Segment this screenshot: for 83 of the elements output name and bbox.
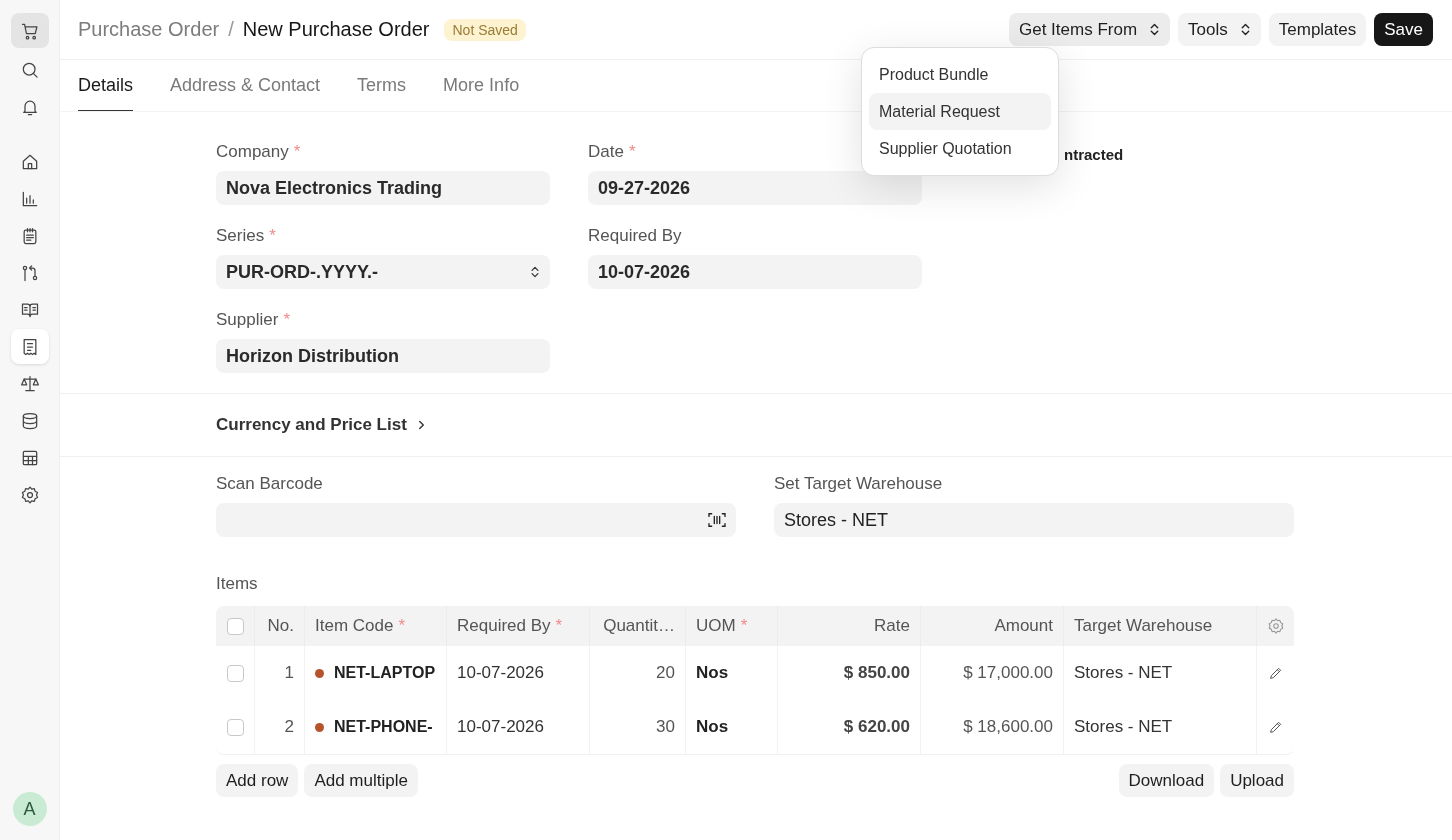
up-down-chevron-icon xyxy=(1149,22,1161,37)
section-toggle[interactable]: Currency and Price List xyxy=(216,415,426,435)
required-mark: * xyxy=(269,226,276,245)
dropdown-button[interactable]: Tools xyxy=(1178,13,1261,46)
table-cell: 20 xyxy=(656,663,675,683)
required-mark: * xyxy=(283,310,290,329)
page-title: New Purchase Order xyxy=(242,18,430,41)
table-label: Items xyxy=(216,574,258,593)
checkbox[interactable] xyxy=(226,617,244,635)
checkbox-label: ntracted xyxy=(1064,146,1125,163)
field-label: Supplier xyxy=(216,310,279,329)
table-button[interactable]: Add row xyxy=(216,764,299,797)
table-cell: 2 xyxy=(284,717,294,737)
table-cell: NET-LAPTOP xyxy=(334,664,436,682)
tab[interactable]: Terms xyxy=(357,60,407,111)
menu-item[interactable]: Supplier Quotation xyxy=(869,130,1051,167)
toolbar-button[interactable]: Templates xyxy=(1268,13,1367,46)
barcode-field[interactable] xyxy=(216,503,736,537)
required-mark: * xyxy=(555,616,563,636)
breadcrumb-link[interactable]: Purchase Order xyxy=(78,18,220,41)
required-mark: * xyxy=(293,142,301,161)
save-button[interactable]: Save xyxy=(1374,13,1433,46)
up-down-chevron-icon xyxy=(530,265,540,279)
menu-item[interactable]: Material Request xyxy=(869,93,1051,130)
table-cell: Nos xyxy=(696,663,729,683)
breadcrumb-separator: / xyxy=(228,18,234,41)
barcode-icon xyxy=(708,512,726,528)
field-label: Scan Barcode xyxy=(216,474,323,493)
table-cell: 30 xyxy=(656,717,675,737)
status-badge: Not Saved xyxy=(444,18,526,41)
field-label: Required By xyxy=(588,226,682,245)
table-cell: 10-07-2026 xyxy=(457,717,544,737)
table-cell: 10-07-2026 xyxy=(457,663,544,683)
table-button[interactable]: Download xyxy=(1118,764,1215,797)
tab[interactable]: More Info xyxy=(443,60,520,111)
field-label: Set Target Warehouse xyxy=(774,474,943,493)
table-cell: NET-PHONE- xyxy=(334,718,433,736)
scale-icon xyxy=(19,373,40,394)
column-header: Quantit… xyxy=(603,616,675,636)
sidebar-item[interactable] xyxy=(10,13,49,48)
input-field[interactable]: 10-07-2026 xyxy=(588,255,922,289)
pencil-icon[interactable] xyxy=(1267,719,1284,735)
table-cell: Nos xyxy=(696,717,729,737)
table-cell: $ 18,600.00 xyxy=(963,717,1053,737)
required-mark: * xyxy=(398,616,406,636)
field-label: Company xyxy=(216,142,289,161)
table-button[interactable]: Add multiple xyxy=(304,764,418,797)
checkbox[interactable] xyxy=(226,718,244,736)
up-down-chevron-icon xyxy=(1239,22,1251,37)
table-cell: $ 850.00 xyxy=(843,663,910,683)
input-field[interactable]: Horizon Distribution xyxy=(216,339,550,373)
field-label: Date xyxy=(588,142,624,161)
column-header: Rate xyxy=(874,616,910,636)
menu-item[interactable]: Product Bundle xyxy=(869,56,1051,93)
settings-icon[interactable] xyxy=(1266,617,1285,635)
checkbox[interactable] xyxy=(226,664,244,682)
tab[interactable]: Address & Contact xyxy=(170,60,321,111)
field-label: Series xyxy=(216,226,265,245)
table-cell: Stores - NET xyxy=(1074,663,1173,683)
table-button[interactable]: Upload xyxy=(1220,764,1294,797)
table-cell: 1 xyxy=(284,663,294,683)
input-field[interactable]: Nova Electronics Trading xyxy=(216,171,550,205)
required-mark: * xyxy=(740,616,748,636)
pencil-icon[interactable] xyxy=(1267,665,1284,681)
column-header: Amount xyxy=(994,616,1053,636)
select-field[interactable]: PUR-ORD-.YYYY.- xyxy=(216,255,550,289)
column-header: No. xyxy=(267,616,294,636)
dropdown-button[interactable]: Get Items From xyxy=(1009,13,1171,46)
sidebar-item[interactable] xyxy=(10,329,49,364)
input-field[interactable]: Stores - NET xyxy=(774,503,1294,537)
input-field[interactable]: 09-27-2026 xyxy=(588,171,922,205)
column-header: Target Warehouse xyxy=(1074,616,1213,636)
table-cell: $ 17,000.00 xyxy=(963,663,1053,683)
column-header: UOM xyxy=(696,616,736,636)
tab[interactable]: Details xyxy=(78,60,134,111)
table-cell: $ 620.00 xyxy=(843,717,910,737)
column-header: Item Code xyxy=(315,616,394,636)
user-avatar[interactable]: A xyxy=(12,792,47,826)
chevron-icon xyxy=(416,419,426,431)
table-cell: Stores - NET xyxy=(1074,717,1173,737)
settings-icon xyxy=(19,484,40,505)
required-mark: * xyxy=(628,142,636,161)
column-header: Required By xyxy=(457,616,551,636)
